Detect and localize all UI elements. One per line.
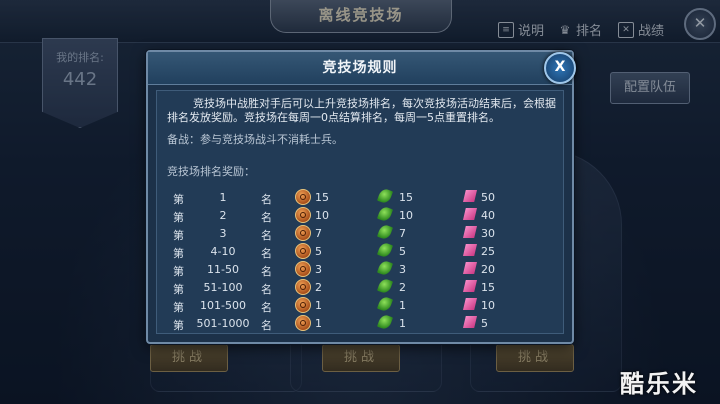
coin-icon <box>295 261 311 277</box>
reward-row: 第 4-10 名 5 5 25 <box>167 241 527 261</box>
rules-dialog: 竞技场规则 竞技场中战胜对手后可以上升竞技场排名，每次竞技场活动结束后，会根据排… <box>146 50 574 344</box>
dialog-title: 竞技场规则 <box>148 52 572 85</box>
reward-leaf-amount: 1 <box>399 299 406 312</box>
reward-coin-amount: 5 <box>315 245 322 258</box>
rules-note: 备战：参与竞技场战斗不消耗士兵。 <box>167 133 343 146</box>
reward-coin-amount: 1 <box>315 317 322 330</box>
green-leaf-icon <box>376 259 394 277</box>
coin-icon <box>295 297 311 313</box>
pink-crystal-icon <box>463 262 477 274</box>
dialog-body: 竞技场中战胜对手后可以上升竞技场排名，每次竞技场活动结束后，会根据排名发放奖励。… <box>156 90 564 334</box>
reward-crystal-amount: 5 <box>481 317 488 330</box>
rank-suffix: 名 <box>261 283 272 296</box>
green-leaf-icon <box>376 313 394 331</box>
reward-crystal-amount: 15 <box>481 281 495 294</box>
reward-crystal-amount: 20 <box>481 263 495 276</box>
rank-range: 51-100 <box>203 281 243 294</box>
rank-range: 101-500 <box>200 299 246 312</box>
coin-icon <box>295 225 311 241</box>
green-leaf-icon <box>376 277 394 295</box>
rank-prefix: 第 <box>173 265 184 278</box>
green-leaf-icon <box>376 295 394 313</box>
green-leaf-icon <box>376 187 394 205</box>
rank-suffix: 名 <box>261 247 272 260</box>
rank-prefix: 第 <box>173 193 184 206</box>
rank-suffix: 名 <box>261 265 272 278</box>
coin-icon <box>295 207 311 223</box>
reward-row: 第 11-50 名 3 3 20 <box>167 259 527 279</box>
rank-prefix: 第 <box>173 247 184 260</box>
pink-crystal-icon <box>463 280 477 292</box>
coin-icon <box>295 315 311 331</box>
reward-row: 第 501-1000 名 1 1 5 <box>167 313 527 333</box>
pink-crystal-icon <box>463 244 477 256</box>
rank-range: 2 <box>219 209 227 222</box>
close-dialog-button[interactable]: X <box>544 52 576 84</box>
coin-icon <box>295 279 311 295</box>
rank-suffix: 名 <box>261 319 272 332</box>
watermark: 酷乐米 <box>620 370 698 398</box>
rank-range: 1 <box>219 191 227 204</box>
reward-coin-amount: 3 <box>315 263 322 276</box>
reward-leaf-amount: 7 <box>399 227 406 240</box>
pink-crystal-icon <box>463 226 477 238</box>
pink-crystal-icon <box>463 298 477 310</box>
reward-coin-amount: 2 <box>315 281 322 294</box>
rank-suffix: 名 <box>261 301 272 314</box>
reward-row: 第 1 名 15 15 50 <box>167 187 527 207</box>
rank-range: 11-50 <box>207 263 239 276</box>
reward-row: 第 2 名 10 10 40 <box>167 205 527 225</box>
pink-crystal-icon <box>463 208 477 220</box>
reward-coin-amount: 1 <box>315 299 322 312</box>
rank-prefix: 第 <box>173 319 184 332</box>
rank-suffix: 名 <box>261 229 272 242</box>
coin-icon <box>295 189 311 205</box>
reward-table: 第 1 名 15 15 50 第 2 名 10 10 40 第 3 名 7 7 30 第 4-10 名 5 5 25 第 11-5… <box>167 187 527 333</box>
reward-coin-amount: 10 <box>315 209 329 222</box>
reward-coin-amount: 15 <box>315 191 329 204</box>
rank-range: 501-1000 <box>196 317 250 330</box>
reward-leaf-amount: 1 <box>399 317 406 330</box>
green-leaf-icon <box>376 241 394 259</box>
reward-leaf-amount: 5 <box>399 245 406 258</box>
reward-crystal-amount: 40 <box>481 209 495 222</box>
reward-row: 第 101-500 名 1 1 10 <box>167 295 527 315</box>
reward-crystal-amount: 30 <box>481 227 495 240</box>
green-leaf-icon <box>376 223 394 241</box>
rank-prefix: 第 <box>173 283 184 296</box>
reward-crystal-amount: 25 <box>481 245 495 258</box>
reward-crystal-amount: 10 <box>481 299 495 312</box>
rank-prefix: 第 <box>173 211 184 224</box>
reward-leaf-amount: 2 <box>399 281 406 294</box>
rules-description: 竞技场中战胜对手后可以上升竞技场排名，每次竞技场活动结束后，会根据排名发放奖励。… <box>167 97 559 125</box>
reward-coin-amount: 7 <box>315 227 322 240</box>
reward-crystal-amount: 50 <box>481 191 495 204</box>
reward-leaf-amount: 15 <box>399 191 413 204</box>
rank-range: 4-10 <box>210 245 236 258</box>
pink-crystal-icon <box>463 190 477 202</box>
rank-suffix: 名 <box>261 211 272 224</box>
coin-icon <box>295 243 311 259</box>
reward-row: 第 51-100 名 2 2 15 <box>167 277 527 297</box>
rank-prefix: 第 <box>173 229 184 242</box>
rank-suffix: 名 <box>261 193 272 206</box>
reward-title: 竞技场排名奖励： <box>167 165 255 178</box>
rules-description-text: 竞技场中战胜对手后可以上升竞技场排名，每次竞技场活动结束后，会根据排名发放奖励。… <box>167 97 556 124</box>
rank-prefix: 第 <box>173 301 184 314</box>
reward-row: 第 3 名 7 7 30 <box>167 223 527 243</box>
green-leaf-icon <box>376 205 394 223</box>
reward-leaf-amount: 10 <box>399 209 413 222</box>
rank-range: 3 <box>219 227 227 240</box>
pink-crystal-icon <box>463 316 477 328</box>
reward-leaf-amount: 3 <box>399 263 406 276</box>
